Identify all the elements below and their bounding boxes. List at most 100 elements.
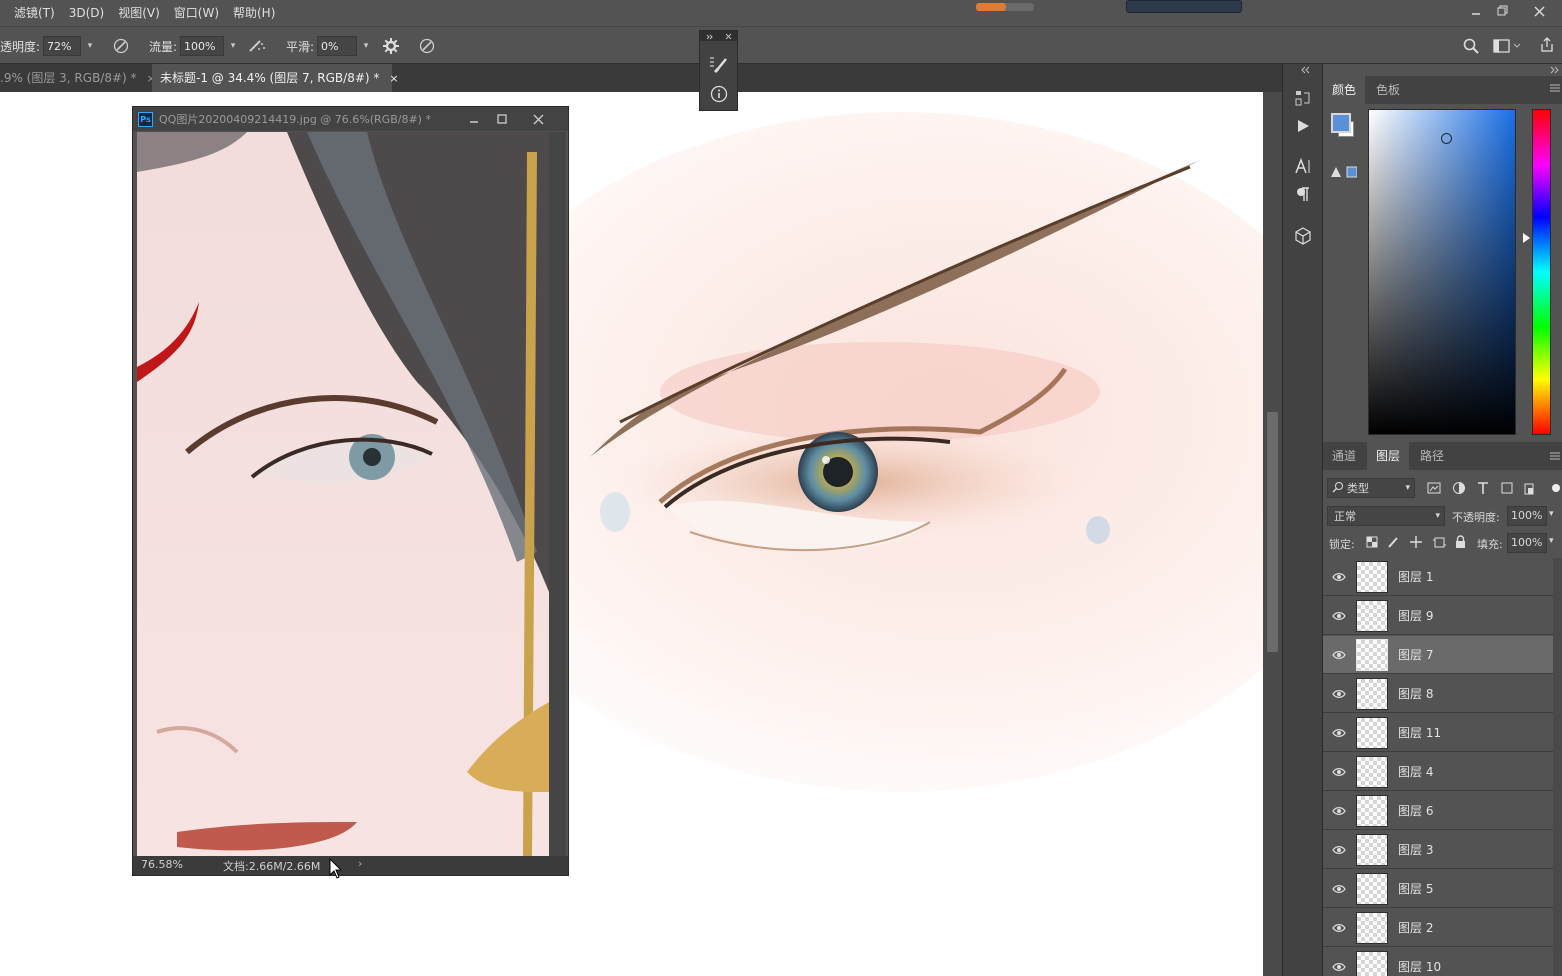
eye-icon[interactable] <box>1331 803 1347 819</box>
layer-row[interactable]: 图层 10 <box>1323 948 1553 976</box>
layer-thumbnail[interactable] <box>1356 873 1388 905</box>
fill-field[interactable]: 100% <box>1507 533 1547 553</box>
actions-button[interactable] <box>1291 114 1315 138</box>
paragraph-button[interactable] <box>1291 182 1315 206</box>
scrollbar-thumb[interactable] <box>1267 412 1278 652</box>
close-button[interactable] <box>1522 0 1556 22</box>
eye-icon[interactable] <box>1331 725 1347 741</box>
smoothing-dropdown[interactable]: ▾ <box>359 36 373 56</box>
blend-mode-dropdown[interactable]: 正常 ▾ <box>1327 506 1445 526</box>
eye-icon[interactable] <box>1331 842 1347 858</box>
eye-icon[interactable] <box>1331 920 1347 936</box>
layer-row[interactable]: 图层 6 <box>1323 792 1553 830</box>
layer-row[interactable]: 图层 5 <box>1323 870 1553 908</box>
color-panel-menu-icon[interactable] <box>1549 82 1561 97</box>
layer-thumbnail[interactable] <box>1356 951 1388 976</box>
layer-row[interactable]: 图层 2 <box>1323 909 1553 947</box>
layer-opacity-field[interactable]: 100% <box>1507 506 1547 526</box>
tab-layers[interactable]: 图层 <box>1367 442 1410 470</box>
tab-paths[interactable]: 路径 <box>1411 442 1453 470</box>
layer-list-scrollbar[interactable] <box>1553 558 1562 976</box>
layer-row[interactable]: 图层 9 <box>1323 597 1553 635</box>
eye-icon[interactable] <box>1331 881 1347 897</box>
float-scrollbar[interactable] <box>549 132 566 856</box>
opacity-dropdown[interactable]: ▾ <box>83 36 97 56</box>
panels-collapse-button[interactable] <box>1323 64 1562 76</box>
layers-panel-menu-icon[interactable] <box>1549 450 1561 465</box>
search-button[interactable] <box>1460 35 1482 57</box>
menu-view[interactable]: 视图(V) <box>111 0 167 26</box>
menu-window[interactable]: 窗口(W) <box>167 0 226 26</box>
tab-color[interactable]: 颜色 <box>1323 76 1366 104</box>
flow-dropdown[interactable]: ▾ <box>226 36 240 56</box>
reference-image[interactable] <box>137 132 549 856</box>
3d-button[interactable] <box>1291 224 1315 248</box>
float-minimize-button[interactable] <box>461 109 487 129</box>
hue-slider[interactable] <box>1532 109 1551 435</box>
character-button[interactable] <box>1291 154 1315 178</box>
color-picker-marker[interactable] <box>1441 133 1452 144</box>
zoom-level[interactable]: 76.58% <box>141 858 183 871</box>
tab-document-1[interactable]: .9% (图层 3, RGB/8#) *× <box>0 64 164 92</box>
layer-row[interactable]: 图层 1 <box>1323 558 1553 596</box>
tab-channels[interactable]: 通道 <box>1323 442 1365 470</box>
brush-settings-button[interactable] <box>708 53 730 75</box>
dock-collapse-button[interactable] <box>1283 64 1323 76</box>
eye-icon[interactable] <box>1331 764 1347 780</box>
restore-button[interactable] <box>1486 0 1520 22</box>
info-button[interactable] <box>708 83 730 105</box>
layer-thumbnail[interactable] <box>1356 600 1388 632</box>
menu-filter[interactable]: 滤镜(T) <box>0 0 62 26</box>
menu-3d[interactable]: 3D(D) <box>62 0 111 26</box>
opacity-field[interactable]: 72% <box>43 36 82 56</box>
float-close-button[interactable] <box>525 109 551 129</box>
history-button[interactable] <box>1291 86 1315 110</box>
canvas-scrollbar[interactable] <box>1263 92 1282 976</box>
filter-shape-icon <box>1501 482 1513 494</box>
tab-document-2[interactable]: 未标题-1 @ 34.4% (图层 7, RGB/8#) * × <box>152 64 399 92</box>
smoothing-field[interactable]: 0% <box>317 36 358 56</box>
status-menu-arrow[interactable]: › <box>358 857 362 870</box>
lock-icons <box>1365 534 1469 553</box>
layer-thumbnail[interactable] <box>1356 561 1388 593</box>
eye-icon[interactable] <box>1331 647 1347 663</box>
layer-thumbnail[interactable] <box>1356 795 1388 827</box>
mini-panel-header[interactable] <box>700 31 737 41</box>
menu-help[interactable]: 帮助(H) <box>226 0 282 26</box>
tab-close-icon[interactable]: × <box>389 72 398 85</box>
layer-thumbnail[interactable] <box>1356 912 1388 944</box>
hue-slider-handle[interactable] <box>1523 232 1531 246</box>
layer-row[interactable]: 图层 7 <box>1323 636 1553 674</box>
document-size[interactable]: 文档:2.66M/2.66M <box>223 858 320 874</box>
layer-row[interactable]: 图层 4 <box>1323 753 1553 791</box>
share-button[interactable] <box>1536 34 1558 56</box>
fill-dropdown[interactable]: ▾ <box>1549 536 1554 546</box>
layer-thumbnail[interactable] <box>1356 834 1388 866</box>
eye-icon[interactable] <box>1331 686 1347 702</box>
color-picker-field[interactable] <box>1368 109 1516 435</box>
layer-row[interactable]: 图层 11 <box>1323 714 1553 752</box>
layer-thumbnail[interactable] <box>1356 639 1388 671</box>
eye-icon[interactable] <box>1331 959 1347 975</box>
layer-thumbnail[interactable] <box>1356 756 1388 788</box>
eye-icon[interactable] <box>1331 569 1347 585</box>
layer-row[interactable]: 图层 8 <box>1323 675 1553 713</box>
pressure-size-button[interactable] <box>416 35 438 57</box>
eye-icon[interactable] <box>1331 608 1347 624</box>
layer-opacity-dropdown[interactable]: ▾ <box>1549 509 1554 519</box>
pressure-opacity-button[interactable] <box>110 35 132 57</box>
layer-thumbnail[interactable] <box>1356 678 1388 710</box>
airbrush-button[interactable] <box>246 35 268 57</box>
workspace-switcher[interactable] <box>1490 35 1526 57</box>
layer-filter-dropdown[interactable]: 类型 ▾ <box>1327 478 1415 498</box>
smoothing-settings-button[interactable] <box>380 35 402 57</box>
float-maximize-button[interactable] <box>489 109 515 129</box>
floating-window-titlebar[interactable]: Ps QQ图片20200409214419.jpg @ 76.6%(RGB/8#… <box>133 107 568 131</box>
foreground-color-swatch[interactable] <box>1331 113 1351 133</box>
layer-row[interactable]: 图层 3 <box>1323 831 1553 869</box>
flow-field[interactable]: 100% <box>180 36 225 56</box>
layer-thumbnail[interactable] <box>1356 717 1388 749</box>
info-icon <box>710 85 728 103</box>
tab-swatches[interactable]: 色板 <box>1367 76 1409 104</box>
out-of-gamut-warning-icon[interactable] <box>1331 166 1358 181</box>
